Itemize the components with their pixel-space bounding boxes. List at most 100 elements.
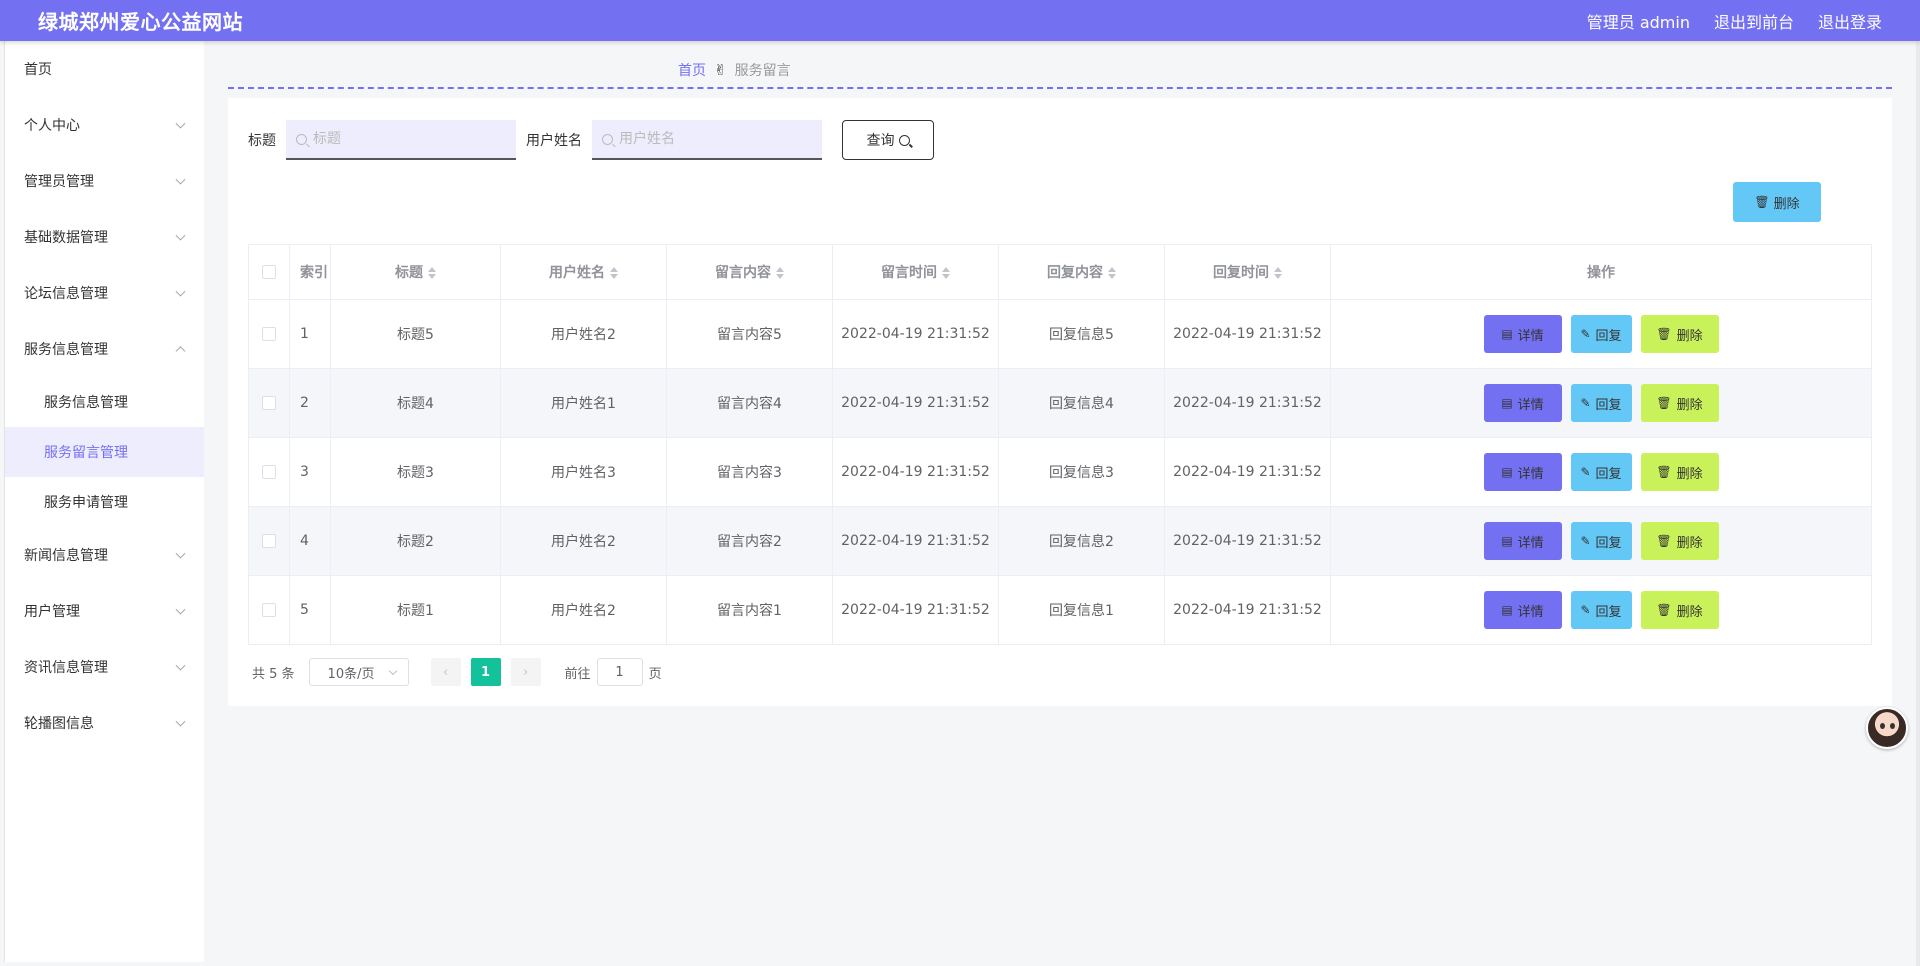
sidebar-item[interactable]: 用户管理 [5, 583, 204, 639]
delete-button[interactable]: 🗑 删除 [1640, 315, 1719, 353]
delete-button[interactable]: 🗑 删除 [1640, 384, 1719, 422]
row-checkbox[interactable] [262, 396, 276, 410]
total-count: 共 5 条 [252, 666, 295, 682]
detail-button[interactable]: ▤ 详情 [1483, 315, 1562, 353]
sidebar-item[interactable]: 轮播图信息 [5, 695, 204, 751]
document-icon: ▤ [1501, 465, 1513, 479]
row-checkbox[interactable] [262, 603, 276, 617]
detail-button[interactable]: ▤ 详情 [1483, 384, 1562, 422]
sidebar-item[interactable]: 首页 [5, 41, 204, 97]
delete-button[interactable]: 🗑 删除 [1640, 453, 1719, 491]
cell-content: 留言内容5 [666, 299, 833, 369]
document-icon: ▤ [1501, 396, 1513, 410]
cell-index: 1 [289, 299, 331, 369]
cell-content: 留言内容4 [666, 368, 833, 438]
sidebar-item[interactable]: 基础数据管理 [5, 209, 204, 265]
username-search-input[interactable] [619, 131, 799, 147]
cell-ops: ▤ 详情 ✎ 回复 🗑 删除 [1330, 299, 1872, 369]
row-checkbox[interactable] [262, 327, 276, 341]
chevron-down-icon [175, 660, 186, 671]
detail-button[interactable]: ▤ 详情 [1483, 522, 1562, 560]
sidebar-item[interactable]: 新闻信息管理 [5, 527, 204, 583]
sort-icon[interactable] [1108, 267, 1116, 279]
logout-link[interactable]: 退出登录 [1818, 9, 1882, 33]
col-content[interactable]: 留言内容 [666, 244, 833, 300]
username-search-field[interactable] [592, 120, 822, 160]
hand-icon: ✌ [714, 61, 727, 79]
sidebar-subitem[interactable]: 服务信息管理 [5, 377, 204, 427]
reply-button[interactable]: ✎ 回复 [1570, 522, 1632, 560]
scrollbar-track[interactable] [1916, 41, 1920, 966]
col-content-label: 留言内容 [715, 265, 771, 281]
detail-button[interactable]: ▤ 详情 [1483, 591, 1562, 629]
cell-reply_time: 2022-04-19 21:31:52 [1164, 575, 1331, 645]
title-search-input[interactable] [313, 131, 493, 147]
reply-button[interactable]: ✎ 回复 [1570, 315, 1632, 353]
table-header-row: 索引 标题 用户姓名 留言内容 留言时间 回复内容 回复时间 操作 [248, 244, 1872, 300]
delete-button[interactable]: 🗑 删除 [1640, 591, 1719, 629]
bulk-delete-button[interactable]: 🗑 删除 [1733, 182, 1821, 222]
reply-button[interactable]: ✎ 回复 [1570, 384, 1632, 422]
row-checkbox[interactable] [262, 465, 276, 479]
cell-reply: 回复信息2 [998, 506, 1165, 576]
breadcrumb-current: 服务留言 [734, 63, 791, 79]
next-page-button[interactable]: › [510, 658, 541, 686]
sort-icon[interactable] [610, 267, 618, 279]
cell-content: 留言内容1 [666, 575, 833, 645]
sidebar-item[interactable]: 论坛信息管理 [5, 265, 204, 321]
row-select-cell [248, 575, 290, 645]
chevron-down-icon [175, 174, 186, 185]
cell-reply_time: 2022-04-19 21:31:52 [1164, 437, 1331, 507]
cell-reply_time: 2022-04-19 21:31:52 [1164, 506, 1331, 576]
cell-title: 标题1 [330, 575, 501, 645]
sort-icon[interactable] [942, 267, 950, 279]
prev-page-button[interactable]: ‹ [430, 658, 461, 686]
col-reply-time[interactable]: 回复时间 [1164, 244, 1331, 300]
cell-username: 用户姓名3 [500, 437, 667, 507]
col-title[interactable]: 标题 [330, 244, 501, 300]
sort-icon[interactable] [776, 267, 784, 279]
col-time[interactable]: 留言时间 [832, 244, 999, 300]
page-number-active[interactable]: 1 [470, 658, 501, 686]
edit-icon: ✎ [1580, 534, 1591, 548]
page-size-select[interactable]: 10条/页 [308, 658, 409, 686]
detail-button[interactable]: ▤ 详情 [1483, 453, 1562, 491]
cell-index: 4 [289, 506, 331, 576]
sidebar-item[interactable]: 资讯信息管理 [5, 639, 204, 695]
reply-button[interactable]: ✎ 回复 [1570, 453, 1632, 491]
assistant-avatar[interactable] [1866, 707, 1908, 749]
select-all-checkbox[interactable] [262, 265, 276, 279]
sidebar-subitem[interactable]: 服务申请管理 [5, 477, 204, 527]
title-search-field[interactable] [286, 120, 516, 160]
admin-label[interactable]: 管理员 admin [1587, 9, 1690, 33]
sidebar-subitem[interactable]: 服务留言管理 [5, 427, 204, 477]
row-select-cell [248, 299, 290, 369]
col-reply-time-label: 回复时间 [1213, 265, 1269, 281]
delete-button[interactable]: 🗑 删除 [1640, 522, 1719, 560]
cell-username: 用户姓名2 [500, 299, 667, 369]
goto-page-input[interactable] [596, 658, 643, 686]
sort-icon[interactable] [1274, 267, 1282, 279]
sort-icon[interactable] [428, 267, 436, 279]
col-username[interactable]: 用户姓名 [500, 244, 667, 300]
delete-label: 删除 [1676, 397, 1703, 413]
col-reply[interactable]: 回复内容 [998, 244, 1165, 300]
username-search-label: 用户姓名 [526, 133, 582, 149]
cell-time: 2022-04-19 21:31:52 [832, 575, 999, 645]
col-username-label: 用户姓名 [549, 265, 605, 281]
sidebar-item[interactable]: 个人中心 [5, 97, 204, 153]
reply-label: 回复 [1595, 535, 1622, 551]
cell-reply: 回复信息3 [998, 437, 1165, 507]
col-ops: 操作 [1330, 244, 1872, 300]
table-row: 4 标题2 用户姓名2 留言内容2 2022-04-19 21:31:52 回复信息2 20… [248, 506, 1872, 576]
search-bar: 标题 用户姓名 查询 [248, 120, 934, 160]
sidebar-item[interactable]: 管理员管理 [5, 153, 204, 209]
chevron-down-icon [175, 230, 186, 241]
row-checkbox[interactable] [262, 534, 276, 548]
query-button[interactable]: 查询 [842, 120, 934, 160]
sidebar-item[interactable]: 服务信息管理 [5, 321, 204, 377]
back-to-front-link[interactable]: 退出到前台 [1714, 9, 1794, 33]
reply-button[interactable]: ✎ 回复 [1570, 591, 1632, 629]
trash-icon: 🗑 [1656, 465, 1672, 479]
breadcrumb-home[interactable]: 首页 [678, 60, 706, 80]
